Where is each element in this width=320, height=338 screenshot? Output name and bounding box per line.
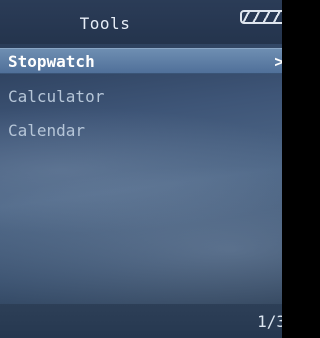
page-indicator: 1/3 [257,312,282,331]
menu-item-calculator[interactable]: Calculator [0,82,282,116]
menu-item-stopwatch[interactable]: Stopwatch > [0,48,282,74]
chevron-right-icon: > [274,52,282,71]
battery-icon [240,10,282,24]
menu-item-calendar[interactable]: Calendar [0,116,282,150]
screen-title: Tools [79,14,131,33]
footer-bar: 1/3 [0,304,282,338]
tools-menu: Stopwatch > Calculator Calendar [0,48,282,150]
menu-item-label: Calendar [8,121,86,140]
header-bar: Tools [0,0,282,44]
device-screen: Tools Stopwatch > Calculator Calendar 1/… [0,0,282,338]
menu-item-label: Calculator [8,87,105,106]
menu-item-label: Stopwatch [8,52,95,71]
